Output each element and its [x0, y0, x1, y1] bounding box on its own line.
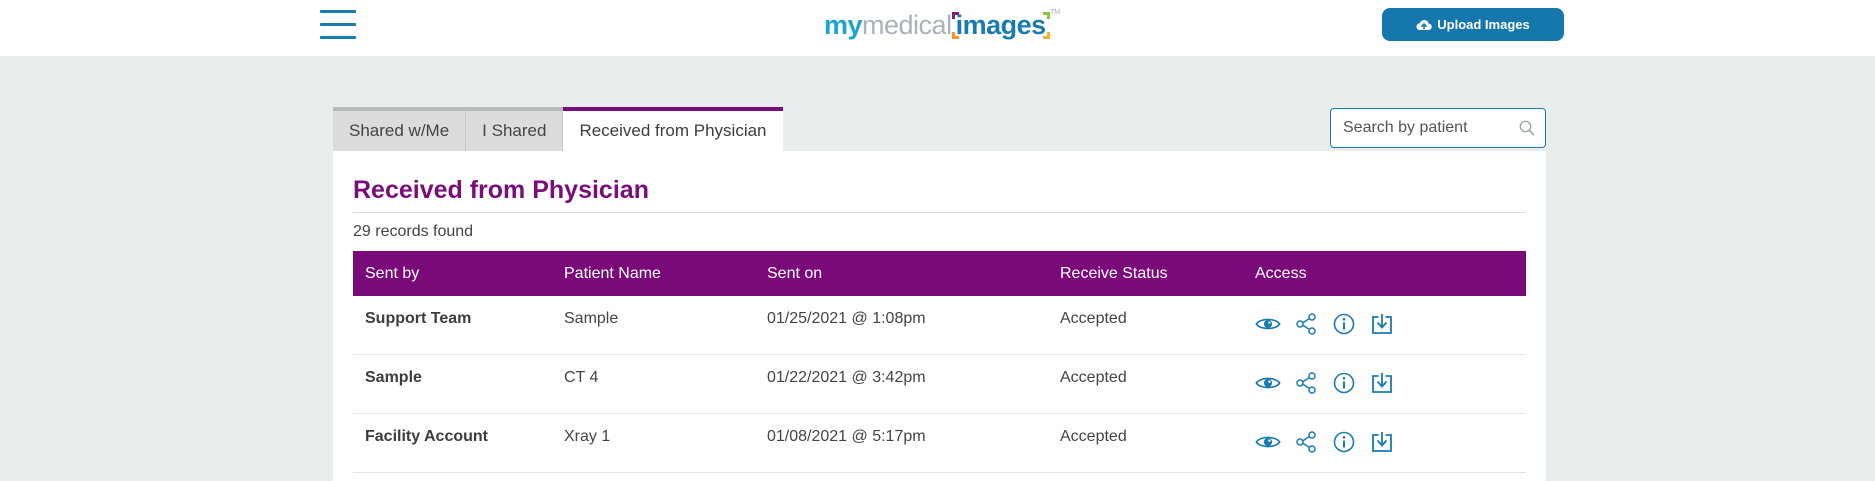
- share-button[interactable]: [1293, 370, 1319, 396]
- cell-access: [1255, 296, 1526, 337]
- search-icon[interactable]: [1518, 119, 1536, 137]
- cell-patient-name: Sample: [564, 310, 619, 327]
- download-icon: [1372, 373, 1392, 393]
- cell-sent-by: Facility Account: [365, 428, 488, 445]
- logo-trademark: TM: [1050, 9, 1061, 16]
- share-button[interactable]: [1293, 429, 1319, 455]
- logo-bracket-icon: [1042, 11, 1050, 19]
- view-button[interactable]: [1255, 429, 1281, 455]
- tab-label: I Shared: [482, 121, 547, 140]
- info-icon: [1333, 372, 1355, 394]
- cell-receive-status: Accepted: [1060, 369, 1127, 386]
- cloud-upload-icon: [1416, 19, 1433, 31]
- cell-sent-on: 01/22/2021 @ 3:42pm: [767, 369, 926, 386]
- tab-label: Shared w/Me: [349, 121, 450, 140]
- title-divider: [353, 212, 1526, 213]
- eye-icon: [1255, 377, 1281, 389]
- logo-images-text: images: [955, 9, 1047, 40]
- view-button[interactable]: [1255, 311, 1281, 337]
- download-icon: [1372, 314, 1392, 334]
- info-icon: [1333, 313, 1355, 335]
- cell-patient-name: Xray 1: [564, 428, 611, 445]
- upload-images-button[interactable]: Upload Images: [1382, 8, 1564, 41]
- download-icon: [1372, 432, 1392, 452]
- tab-bar: Shared w/Me I Shared Received from Physi…: [333, 107, 783, 151]
- search-input[interactable]: [1331, 109, 1511, 147]
- page-title: Received from Physician: [353, 176, 649, 204]
- cell-receive-status: Accepted: [1060, 310, 1127, 327]
- logo-bracket-icon: [951, 31, 959, 39]
- download-button[interactable]: [1369, 311, 1395, 337]
- menu-line: [320, 23, 356, 26]
- cell-access: [1255, 355, 1526, 396]
- download-button[interactable]: [1369, 370, 1395, 396]
- view-button[interactable]: [1255, 370, 1281, 396]
- cell-sent-on: 01/25/2021 @ 1:08pm: [767, 310, 926, 327]
- tab-i-shared[interactable]: I Shared: [466, 107, 564, 151]
- table-header: Sent by Patient Name Sent on Receive Sta…: [353, 251, 1526, 296]
- share-button[interactable]: [1293, 311, 1319, 337]
- table-row: Sample CT 4 01/22/2021 @ 3:42pm Accepted: [353, 355, 1526, 414]
- tab-received-from-physician[interactable]: Received from Physician: [563, 107, 783, 151]
- table-row: Facility Account Xray 1 01/08/2021 @ 5:1…: [353, 414, 1526, 473]
- info-button[interactable]: [1331, 311, 1357, 337]
- eye-icon: [1255, 436, 1281, 448]
- logo-part-images: images: [951, 9, 1050, 41]
- menu-line: [320, 10, 356, 13]
- content-panel: Received from Physician 29 records found…: [333, 151, 1546, 481]
- info-button[interactable]: [1331, 429, 1357, 455]
- info-button[interactable]: [1331, 370, 1357, 396]
- table-row: Support Team Sample 01/25/2021 @ 1:08pm …: [353, 296, 1526, 355]
- cell-sent-by: Sample: [365, 369, 422, 386]
- search-box: [1330, 108, 1546, 148]
- tab-label: Received from Physician: [579, 121, 767, 140]
- info-icon: [1333, 431, 1355, 453]
- column-header-patient-name[interactable]: Patient Name: [564, 265, 767, 283]
- column-header-sent-by[interactable]: Sent by: [353, 265, 564, 283]
- logo-bracket-icon: [1042, 31, 1050, 39]
- download-button[interactable]: [1369, 429, 1395, 455]
- share-icon: [1296, 431, 1316, 453]
- share-icon: [1296, 372, 1316, 394]
- upload-images-label: Upload Images: [1437, 17, 1530, 32]
- tab-shared-with-me[interactable]: Shared w/Me: [333, 107, 467, 151]
- cell-patient-name: CT 4: [564, 369, 599, 386]
- cell-access: [1255, 414, 1526, 455]
- cell-sent-by: Support Team: [365, 310, 472, 327]
- column-header-sent-on[interactable]: Sent on: [767, 265, 1060, 283]
- cell-receive-status: Accepted: [1060, 428, 1127, 445]
- logo-bracket-icon: [951, 11, 959, 19]
- menu-line: [320, 36, 356, 39]
- top-bar: my medical images TM Upload Images: [0, 0, 1875, 56]
- logo-part-medical: medical: [862, 9, 952, 40]
- column-header-access: Access: [1255, 264, 1307, 282]
- records-table: Sent by Patient Name Sent on Receive Sta…: [353, 251, 1526, 473]
- record-count: 29 records found: [353, 223, 474, 240]
- app-logo[interactable]: my medical images TM: [824, 5, 1060, 45]
- eye-icon: [1255, 318, 1281, 330]
- hamburger-menu-icon[interactable]: [318, 8, 358, 42]
- share-icon: [1296, 313, 1316, 335]
- column-header-receive-status[interactable]: Receive Status: [1060, 265, 1255, 283]
- logo-part-my: my: [824, 9, 863, 40]
- cell-sent-on: 01/08/2021 @ 5:17pm: [767, 428, 926, 445]
